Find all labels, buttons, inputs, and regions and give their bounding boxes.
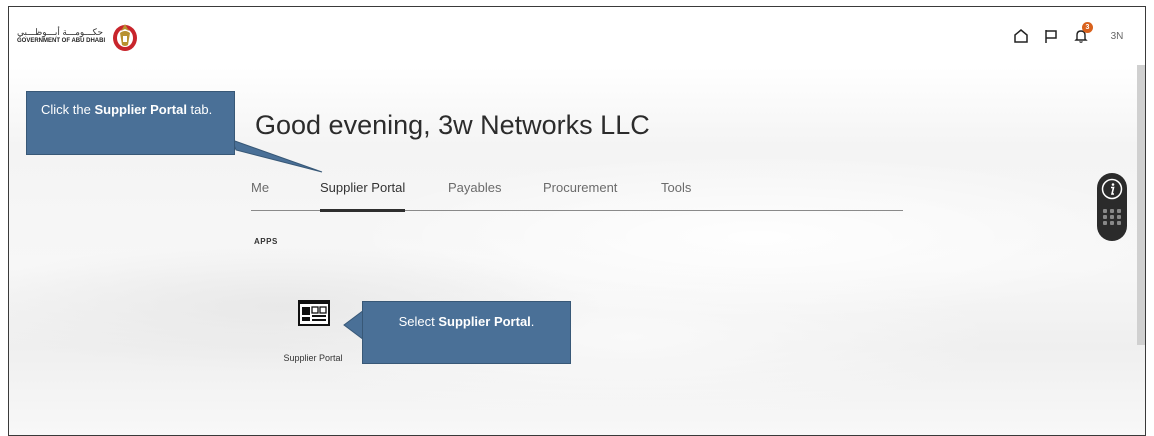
instruction-callout-tab: Click the Supplier Portal tab. <box>26 91 235 155</box>
callout-bold-text: Supplier Portal <box>438 314 531 329</box>
callout-text: Click the <box>41 102 95 117</box>
callout-text: tab. <box>186 102 213 117</box>
callout-pointers <box>231 139 365 341</box>
callout-text: . <box>530 314 535 329</box>
instruction-callout-app: Select Supplier Portal. <box>362 301 571 364</box>
callout-bold-text: Supplier Portal <box>94 102 187 117</box>
callout-text: Select <box>398 314 439 329</box>
